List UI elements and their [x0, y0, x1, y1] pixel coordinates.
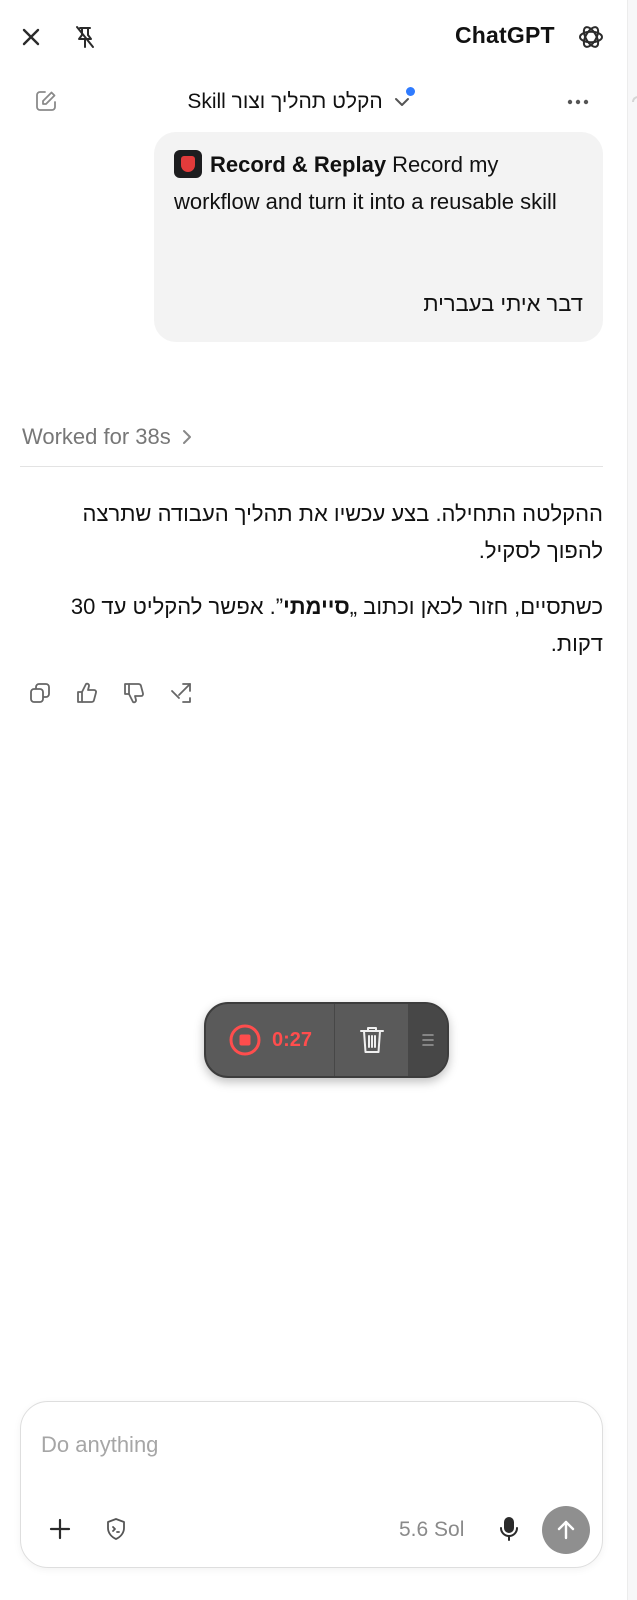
worked-for-toggle[interactable]: Worked for 38s: [22, 424, 193, 450]
assistant-text: כשתסיים, חזור לכאן וכתוב „: [349, 594, 603, 619]
more-horizontal-icon: [567, 99, 589, 105]
message-actions: [22, 675, 198, 710]
openai-logo-icon: [579, 26, 603, 48]
chevron-down-icon: [391, 87, 415, 113]
agent-mode-button[interactable]: [99, 1512, 133, 1546]
voice-input-button[interactable]: [492, 1512, 526, 1546]
drag-handle[interactable]: [408, 1004, 447, 1076]
send-button[interactable]: [542, 1506, 590, 1554]
add-attachment-button[interactable]: [43, 1512, 77, 1546]
thumbs-up-icon: [76, 682, 97, 703]
composer: 5.6 Sol: [20, 1401, 603, 1568]
shield-code-icon: [107, 1518, 125, 1540]
user-message-rtl-text: דבר איתי בעברית: [423, 291, 583, 316]
discard-recording-button[interactable]: [335, 1004, 408, 1076]
chatgpt-sidebar-panel: ChatGPT הקלט תהליך וצור Skill Record & R…: [0, 0, 637, 1600]
new-chat-button[interactable]: [30, 85, 62, 117]
model-selector[interactable]: 5.6 Sol: [399, 1518, 464, 1542]
copy-icon: [29, 682, 50, 703]
thumbs-up-button[interactable]: [69, 675, 104, 710]
assistant-paragraph-2: כשתסיים, חזור לכאן וכתוב „סיימתי”. אפשר …: [22, 588, 603, 662]
edge-corner: [632, 96, 637, 102]
pin-off-icon: [76, 26, 94, 48]
recording-controls: 0:27: [204, 1002, 449, 1078]
thumbs-down-icon: [123, 682, 144, 703]
chevron-right-icon: [182, 430, 191, 444]
divider: [20, 466, 603, 467]
share-icon: [170, 682, 191, 703]
assistant-message: ההקלטה התחילה. בצע עכשיו את תהליך העבודה…: [22, 495, 603, 681]
microphone-icon: [500, 1517, 518, 1541]
unpin-button[interactable]: [68, 20, 102, 54]
more-options-button[interactable]: [562, 88, 594, 116]
grip-lines-icon: [421, 1034, 434, 1046]
share-button[interactable]: [163, 675, 198, 710]
assistant-paragraph-1: ההקלטה התחילה. בצע עכשיו את תהליך העבודה…: [82, 501, 603, 563]
recording-timer: 0:27: [271, 1028, 313, 1051]
assistant-bold-text: סיימתי: [283, 594, 350, 619]
unread-dot: [405, 87, 415, 96]
app-title: ChatGPT: [455, 22, 555, 48]
stop-recording-button[interactable]: 0:27: [206, 1004, 334, 1076]
arrow-up-icon: [557, 1520, 575, 1540]
stop-record-icon: [229, 1024, 261, 1056]
plus-icon: [49, 1518, 71, 1540]
record-replay-skill-icon: [174, 150, 202, 178]
close-icon: [22, 28, 40, 46]
conversation-title: הקלט תהליך וצור Skill: [187, 90, 383, 113]
close-button[interactable]: [14, 20, 48, 54]
thumbs-down-button[interactable]: [116, 675, 151, 710]
edit-icon: [36, 91, 56, 111]
trash-icon: [359, 1027, 384, 1053]
window-edge: [627, 0, 637, 1600]
worked-for-label: Worked for 38s: [22, 424, 171, 449]
skill-chip-label: Record & Replay: [210, 152, 387, 177]
conversation-title-button[interactable]: הקלט תהליך וצור Skill: [150, 86, 450, 118]
user-message-bubble: Record & Replay Record my workflow and tu…: [154, 132, 603, 342]
copy-button[interactable]: [22, 675, 57, 710]
openai-logo: [574, 20, 608, 54]
prompt-input[interactable]: [41, 1428, 581, 1462]
